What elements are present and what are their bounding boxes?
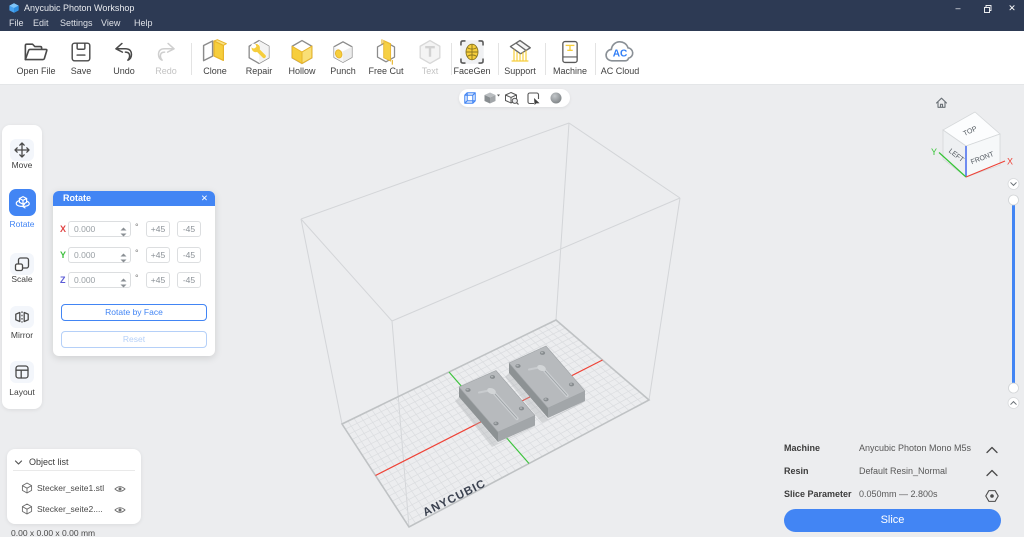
- svg-text:X: X: [1007, 157, 1013, 167]
- svg-text:AC: AC: [613, 48, 628, 59]
- svg-text:ANYCUBIC: ANYCUBIC: [421, 478, 488, 519]
- svg-text:Y: Y: [931, 147, 937, 157]
